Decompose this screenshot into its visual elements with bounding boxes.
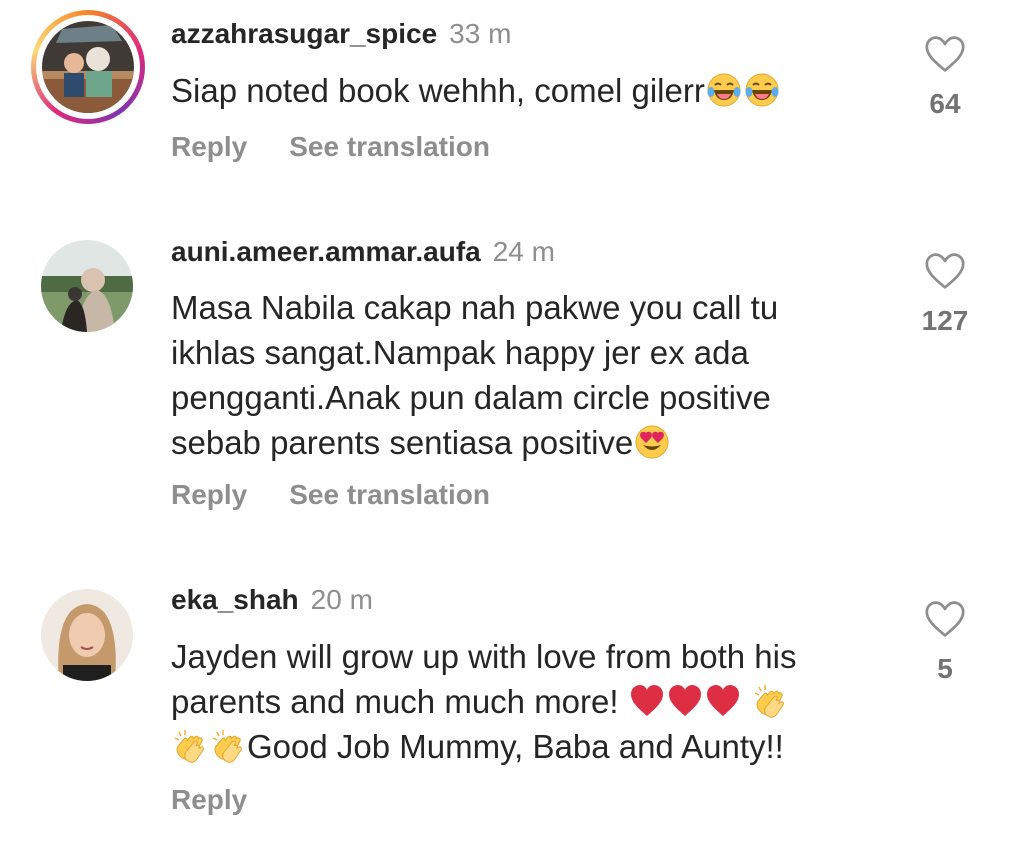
heart-icon[interactable] xyxy=(923,251,967,291)
comment-header: eka_shah 20 m xyxy=(171,583,373,617)
comment-actions: Reply xyxy=(171,783,289,817)
like-count: 127 xyxy=(921,305,969,336)
comment-text-segment: parents and much much more! xyxy=(171,683,619,720)
comment-actions: Reply See translation xyxy=(171,130,532,164)
comment-text-segment: sebab parents sentiasa positive xyxy=(171,424,634,461)
comment-actions: Reply See translation xyxy=(171,478,532,512)
reply-button[interactable]: Reply xyxy=(171,479,247,510)
comment-text: Masa Nabila cakap nah pakwe you call tu … xyxy=(171,285,891,465)
comment-text-line: ikhlas sangat.Nampak happy jer ex ada xyxy=(171,334,749,371)
avatar-photo xyxy=(41,240,133,332)
comment-text-line: pengganti.Anak pun dalam circle positive xyxy=(171,379,771,416)
heart-eyes-emoji xyxy=(634,424,670,460)
red-heart-emoji xyxy=(667,683,703,719)
like-block: 5 xyxy=(905,599,985,685)
like-count: 64 xyxy=(929,88,961,119)
reply-button[interactable]: Reply xyxy=(171,784,247,815)
comment-text-body: Siap noted book wehhh, comel gilerr xyxy=(171,72,705,109)
comment-text-line: parents and much much more! xyxy=(171,679,891,724)
avatar[interactable] xyxy=(41,240,133,332)
clapping-hands-emoji xyxy=(752,683,788,719)
timestamp: 33 m xyxy=(449,18,512,49)
see-translation-button[interactable]: See translation xyxy=(289,479,490,510)
comment-header: azzahrasugar_spice 33 m xyxy=(171,17,511,51)
username[interactable]: eka_shah xyxy=(171,584,299,615)
heart-icon[interactable] xyxy=(923,599,967,639)
avatar-photo xyxy=(42,21,134,113)
username[interactable]: auni.ameer.ammar.aufa xyxy=(171,236,481,267)
avatar[interactable] xyxy=(41,589,133,681)
like-count: 5 xyxy=(937,653,953,684)
clapping-hands-emoji xyxy=(210,728,246,764)
comment-text-line: Good Job Mummy, Baba and Aunty!! xyxy=(171,724,891,769)
comment-header: auni.ameer.ammar.aufa 24 m xyxy=(171,235,555,269)
comment-text: Siap noted book wehhh, comel gilerr xyxy=(171,68,891,113)
username[interactable]: azzahrasugar_spice xyxy=(171,18,437,49)
comment-text-line: sebab parents sentiasa positive xyxy=(171,420,891,465)
story-ring[interactable] xyxy=(31,10,145,124)
clapping-hands-emoji xyxy=(172,728,208,764)
comment-text: Jayden will grow up with love from both … xyxy=(171,634,891,769)
timestamp: 24 m xyxy=(492,236,555,267)
see-translation-button[interactable]: See translation xyxy=(289,131,490,162)
like-block: 127 xyxy=(905,251,985,337)
comment-text-segment: Good Job Mummy, Baba and Aunty!! xyxy=(247,728,784,765)
laughing-tears-emoji xyxy=(744,72,780,108)
laughing-tears-emoji xyxy=(706,72,742,108)
red-heart-emoji xyxy=(629,683,665,719)
timestamp: 20 m xyxy=(310,584,373,615)
red-heart-emoji xyxy=(705,683,741,719)
avatar-photo xyxy=(41,589,133,681)
like-block: 64 xyxy=(905,34,985,120)
heart-icon[interactable] xyxy=(923,34,967,74)
reply-button[interactable]: Reply xyxy=(171,131,247,162)
comment-text-line: Jayden will grow up with love from both … xyxy=(171,638,797,675)
avatar[interactable] xyxy=(42,21,134,113)
comment-text-line: Masa Nabila cakap nah pakwe you call tu xyxy=(171,289,779,326)
